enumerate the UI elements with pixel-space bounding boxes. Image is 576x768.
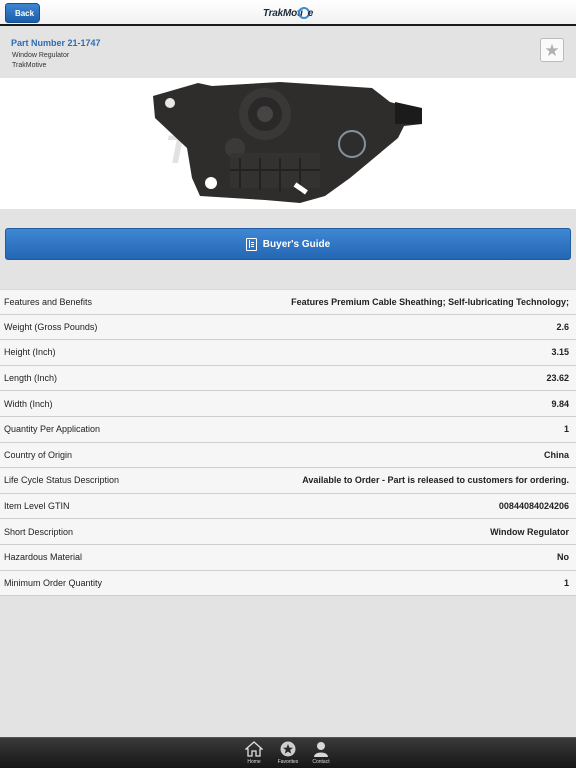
book-icon <box>245 237 257 251</box>
spec-value: 1 <box>563 577 569 588</box>
spec-label: Hazardous Material <box>4 552 83 563</box>
home-icon <box>245 741 263 757</box>
spec-row: Quantity Per Application 1 <box>0 417 576 443</box>
favorite-button[interactable]: ★ <box>540 38 564 62</box>
spec-label: Length (Inch) <box>4 373 58 384</box>
spec-value: 1 <box>563 424 569 435</box>
tab-contact-label: Contact <box>312 759 330 765</box>
spec-label: Country of Origin <box>4 449 73 460</box>
spec-row: Features and Benefits Features Premium Ca… <box>0 289 576 315</box>
spec-row: Height (Inch) 3.15 <box>0 340 576 366</box>
person-icon <box>314 742 328 757</box>
part-number: Part Number 21-1747 <box>11 38 101 48</box>
spec-label: Width (Inch) <box>4 398 53 409</box>
spec-row: Life Cycle Status Description Available t… <box>0 468 576 494</box>
tab-contact[interactable]: Contact <box>306 741 336 765</box>
tab-bar: Home Favorites Contact <box>0 737 576 768</box>
tab-favorites-label: Favorites <box>277 759 299 765</box>
spec-row: Country of Origin China <box>0 443 576 469</box>
app-header: Back TrakMoti e <box>0 0 576 26</box>
spec-label: Item Level GTIN <box>4 501 70 512</box>
tab-home-label: Home <box>247 759 261 765</box>
buyers-guide-button[interactable]: Buyer's Guide <box>5 228 571 260</box>
spec-label: Features and Benefits <box>4 296 93 307</box>
spec-row: Length (Inch) 23.62 <box>0 366 576 392</box>
spec-label: Life Cycle Status Description <box>4 475 120 486</box>
spec-row: Minimum Order Quantity 1 <box>0 571 576 597</box>
spec-value: Features Premium Cable Sheathing; Self-l… <box>291 296 569 307</box>
spec-value: 00844084024206 <box>498 501 569 512</box>
part-info: Part Number 21-1747 Window Regulator Tra… <box>0 28 576 78</box>
spec-row: Weight (Gross Pounds) 2.6 <box>0 315 576 341</box>
spec-row: Hazardous Material No <box>0 545 576 571</box>
spec-label: Short Description <box>4 526 74 537</box>
spec-row: Width (Inch) 9.84 <box>0 391 576 417</box>
tab-favorites[interactable]: Favorites <box>273 741 303 765</box>
tab-home[interactable]: Home <box>239 741 269 765</box>
spec-value: 9.84 <box>551 398 569 409</box>
buyers-guide-label: Buyer's Guide <box>262 238 331 250</box>
spec-value: China <box>543 449 569 460</box>
spec-value: Available to Order - Part is released to… <box>302 475 569 486</box>
trakmotive-logo: TrakMoti e <box>262 7 314 19</box>
spec-row: Item Level GTIN 00844084024206 <box>0 494 576 520</box>
spec-label: Weight (Gross Pounds) <box>4 321 98 332</box>
window-regulator-image: TrakMotive <box>153 82 422 203</box>
spec-value: 23.62 <box>546 373 569 384</box>
spec-row: Short Description Window Regulator <box>0 519 576 545</box>
spec-value: 3.15 <box>551 347 569 358</box>
product-image: TrakMotive <box>0 78 576 209</box>
part-brand: TrakMotive <box>12 62 47 69</box>
spec-value: No <box>557 552 569 563</box>
part-name: Window Regulator <box>12 52 70 59</box>
spec-value: 2.6 <box>556 321 569 332</box>
spec-label: Quantity Per Application <box>4 424 101 435</box>
spec-value: Window Regulator <box>490 526 569 537</box>
star-icon: ★ <box>544 40 560 60</box>
spec-label: Minimum Order Quantity <box>4 577 103 588</box>
spec-label: Height (Inch) <box>4 347 56 358</box>
star-icon <box>280 741 296 757</box>
spec-table: Features and Benefits Features Premium Ca… <box>0 289 576 597</box>
